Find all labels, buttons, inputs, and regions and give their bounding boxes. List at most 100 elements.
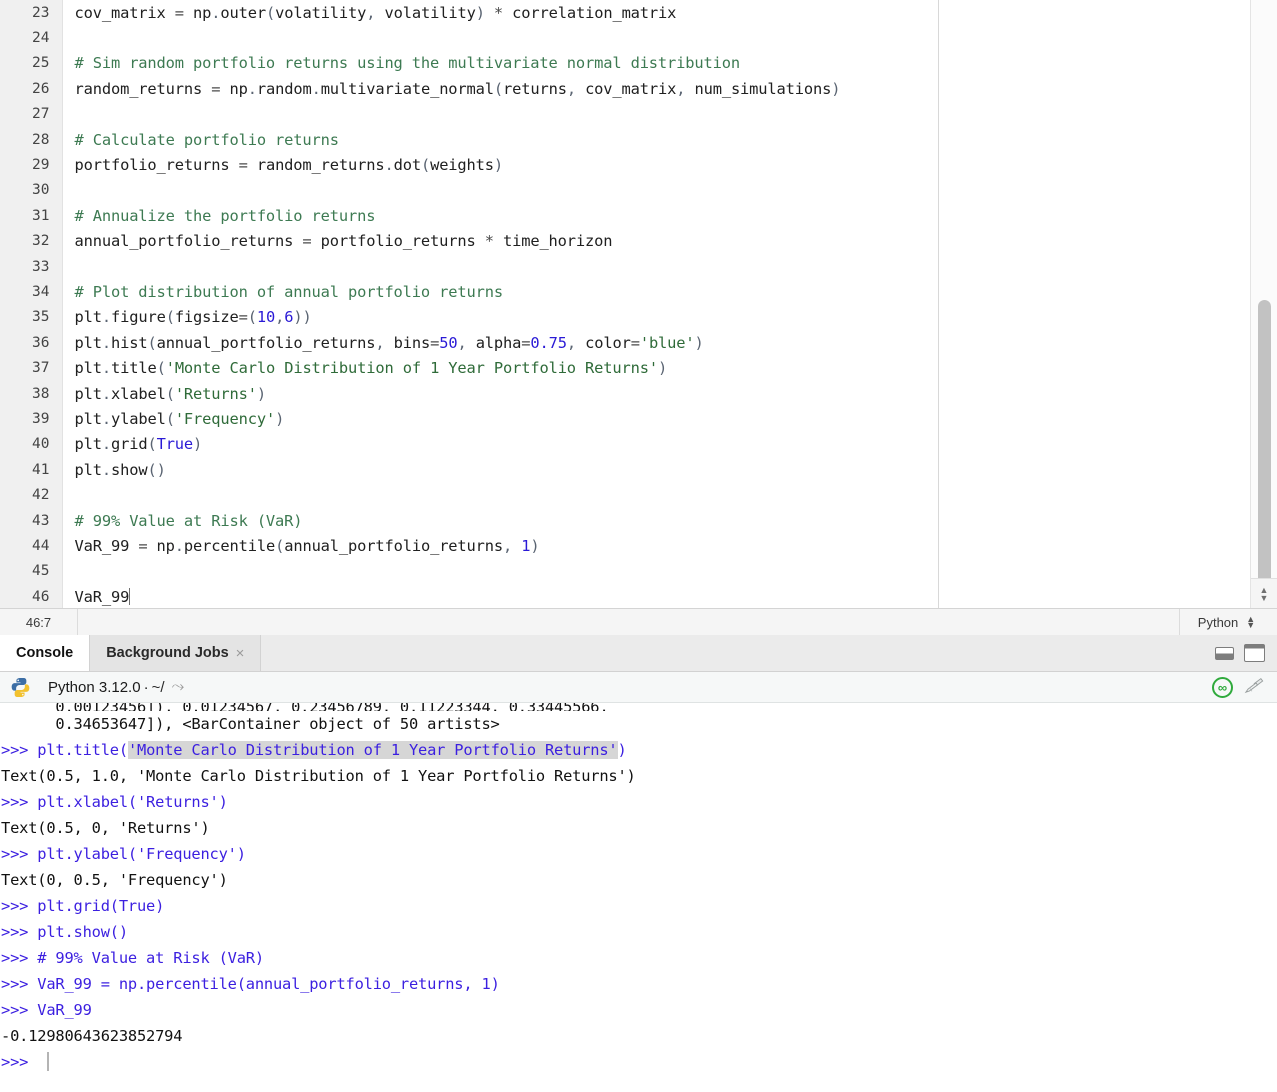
code-line[interactable]: 43 # 99% Value at Risk (VaR) — [0, 507, 1250, 534]
console-input-line[interactable]: >>> plt.title('Monte Carlo Distribution … — [1, 737, 1277, 763]
code-line[interactable]: 30 — [0, 177, 1250, 204]
console-input-line[interactable]: >>> plt.grid(True) — [1, 893, 1277, 919]
code-token-pl: plt — [74, 308, 103, 327]
code-line-content[interactable]: random_returns = np.random.multivariate_… — [62, 76, 1250, 101]
margin-guide-line — [938, 0, 939, 608]
code-token-pl: title — [110, 359, 157, 378]
code-line-content[interactable] — [62, 102, 1250, 127]
console-input-text: ) — [617, 741, 627, 759]
python-logo-icon — [11, 677, 30, 697]
code-line[interactable]: 42 — [0, 482, 1250, 508]
code-line-content[interactable]: # 99% Value at Risk (VaR) — [62, 508, 1250, 533]
code-token-pun: ( — [165, 409, 175, 428]
code-line-content[interactable]: plt.hist(annual_portfolio_returns, bins=… — [62, 330, 1250, 355]
code-line-content[interactable] — [62, 559, 1250, 584]
code-token-com: # Calculate portfolio returns — [74, 130, 340, 149]
code-lines-table[interactable]: 23 cov_matrix = np.outer(volatility, vola… — [0, 0, 1250, 608]
console-input-line[interactable]: >>> plt.xlabel('Returns') — [1, 789, 1277, 815]
code-line-content[interactable]: plt.xlabel('Returns') — [62, 381, 1250, 406]
text-cursor — [129, 587, 131, 605]
console-input-line[interactable]: >>> VaR_99 = np.percentile(annual_portfo… — [1, 971, 1277, 997]
code-token-pl: np — [220, 79, 248, 98]
code-token-pl: annual_portfolio_returns — [74, 232, 303, 251]
maximize-pane-icon[interactable] — [1244, 644, 1265, 662]
console-output-area[interactable]: 0.00123456]), 0.01234567, 0.23456789, 0.… — [0, 703, 1277, 1091]
code-line-content[interactable]: # Annualize the portfolio returns — [62, 203, 1250, 228]
code-token-pl: cov_matrix — [575, 79, 677, 98]
code-line-content[interactable]: VaR_99 — [62, 584, 1250, 608]
code-line[interactable]: 25 # Sim random portfolio returns using t… — [0, 50, 1250, 77]
chevron-updown-icon[interactable]: ▲ ▼ — [1246, 615, 1255, 630]
line-number: 38 — [0, 380, 63, 407]
code-line[interactable]: 34 # Plot distribution of annual portfoli… — [0, 279, 1250, 305]
code-line-content[interactable]: cov_matrix = np.outer(volatility, volati… — [62, 0, 1250, 25]
code-line[interactable]: 46 VaR_99 — [0, 583, 1250, 608]
code-line[interactable]: 38 plt.xlabel('Returns') — [0, 380, 1250, 407]
code-line[interactable]: 23 cov_matrix = np.outer(volatility, vola… — [0, 0, 1250, 26]
editor-scrollbar-thumb[interactable] — [1258, 300, 1271, 600]
editor-scroll-arrows[interactable]: ▲ ▼ — [1251, 578, 1277, 608]
code-line-content[interactable] — [62, 178, 1250, 203]
code-line[interactable]: 41 plt.show() — [0, 457, 1250, 483]
code-line[interactable]: 33 — [0, 253, 1250, 280]
console-output-line: Text(0.5, 1.0, 'Monte Carlo Distribution… — [1, 763, 1277, 789]
console-input-line[interactable]: >>> # 99% Value at Risk (VaR) — [1, 945, 1277, 971]
tab-console[interactable]: Console — [0, 635, 91, 671]
code-token-com: # Annualize the portfolio returns — [74, 206, 376, 225]
language-selector[interactable]: Python ▲ ▼ — [1180, 609, 1277, 635]
code-line-content[interactable]: plt.title('Monte Carlo Distribution of 1… — [62, 355, 1250, 380]
code-line[interactable]: 29 portfolio_returns = random_returns.dot… — [0, 152, 1250, 178]
code-line[interactable]: 28 # Calculate portfolio returns — [0, 126, 1250, 153]
code-line-content[interactable]: # Calculate portfolio returns — [62, 127, 1250, 152]
console-input-line[interactable]: >>> plt.ylabel('Frequency') — [1, 841, 1277, 867]
console-input-line[interactable]: >>> — [1, 1049, 1277, 1075]
code-line[interactable]: 37 plt.title('Monte Carlo Distribution of… — [0, 355, 1250, 381]
tab-background-jobs[interactable]: Background Jobs × — [90, 635, 262, 671]
line-number: 29 — [0, 152, 63, 178]
code-line[interactable]: 26 random_returns = np.random.multivariat… — [0, 76, 1250, 102]
code-line-content[interactable]: plt.show() — [62, 457, 1250, 482]
code-token-op: = — [430, 333, 440, 352]
open-in-new-window-icon[interactable]: ⤳ — [172, 678, 185, 696]
code-line[interactable]: 27 — [0, 101, 1250, 127]
code-line-content[interactable]: plt.figure(figsize=(10,6)) — [62, 305, 1250, 330]
code-line-content[interactable]: plt.ylabel('Frequency') — [62, 406, 1250, 431]
console-cursor — [47, 1052, 50, 1071]
code-line[interactable]: 39 plt.ylabel('Frequency') — [0, 406, 1250, 432]
code-token-pun: . — [311, 79, 321, 98]
code-line[interactable]: 24 — [0, 25, 1250, 51]
line-number: 45 — [0, 558, 63, 584]
code-line-content[interactable]: # Sim random portfolio returns using the… — [62, 51, 1250, 76]
console-input-line[interactable]: >>> VaR_99 — [1, 997, 1277, 1023]
console-input-line[interactable]: >>> plt.show() — [1, 919, 1277, 945]
minimize-pane-icon[interactable] — [1215, 646, 1234, 660]
close-icon[interactable]: × — [236, 645, 245, 662]
code-line-content[interactable] — [62, 482, 1250, 507]
code-line[interactable]: 35 plt.figure(figsize=(10,6)) — [0, 304, 1250, 331]
code-line[interactable]: 45 — [0, 558, 1250, 584]
code-line-content[interactable]: # Plot distribution of annual portfolio … — [62, 279, 1250, 304]
cursor-position-indicator[interactable]: 46:7 — [0, 609, 78, 635]
code-line-content[interactable]: annual_portfolio_returns = portfolio_ret… — [62, 229, 1250, 254]
code-line-content[interactable]: plt.grid(True) — [62, 432, 1250, 457]
code-line[interactable]: 40 plt.grid(True) — [0, 431, 1250, 458]
code-line[interactable]: 44 VaR_99 = np.percentile(annual_portfoli… — [0, 533, 1250, 559]
code-token-pl: figsize — [174, 308, 239, 327]
broom-clear-console-icon[interactable] — [1243, 673, 1266, 701]
editor-scroll-area[interactable]: 23 cov_matrix = np.outer(volatility, vola… — [0, 0, 1250, 608]
code-line[interactable]: 32 annual_portfolio_returns = portfolio_r… — [0, 228, 1250, 254]
code-line-content[interactable]: portfolio_returns = random_returns.dot(w… — [62, 152, 1250, 177]
code-token-pun: ) — [657, 359, 668, 378]
code-token-pl: annual_portfolio_returns — [156, 333, 376, 352]
editor-vertical-scrollbar[interactable]: ▲ ▼ — [1250, 0, 1277, 608]
code-token-pl: weights — [430, 156, 494, 175]
code-line-content[interactable] — [62, 25, 1250, 50]
source-editor-pane[interactable]: 23 cov_matrix = np.outer(volatility, vola… — [0, 0, 1277, 608]
code-line[interactable]: 36 plt.hist(annual_portfolio_returns, bin… — [0, 330, 1250, 356]
infinity-icon[interactable]: ∞ — [1212, 676, 1233, 698]
code-line-content[interactable] — [62, 254, 1250, 279]
code-line[interactable]: 31 # Annualize the portfolio returns — [0, 203, 1250, 229]
status-bar-scope-area[interactable] — [78, 609, 1180, 635]
scroll-down-arrow-icon[interactable]: ▼ — [1260, 593, 1269, 602]
code-line-content[interactable]: VaR_99 = np.percentile(annual_portfolio_… — [62, 533, 1250, 558]
